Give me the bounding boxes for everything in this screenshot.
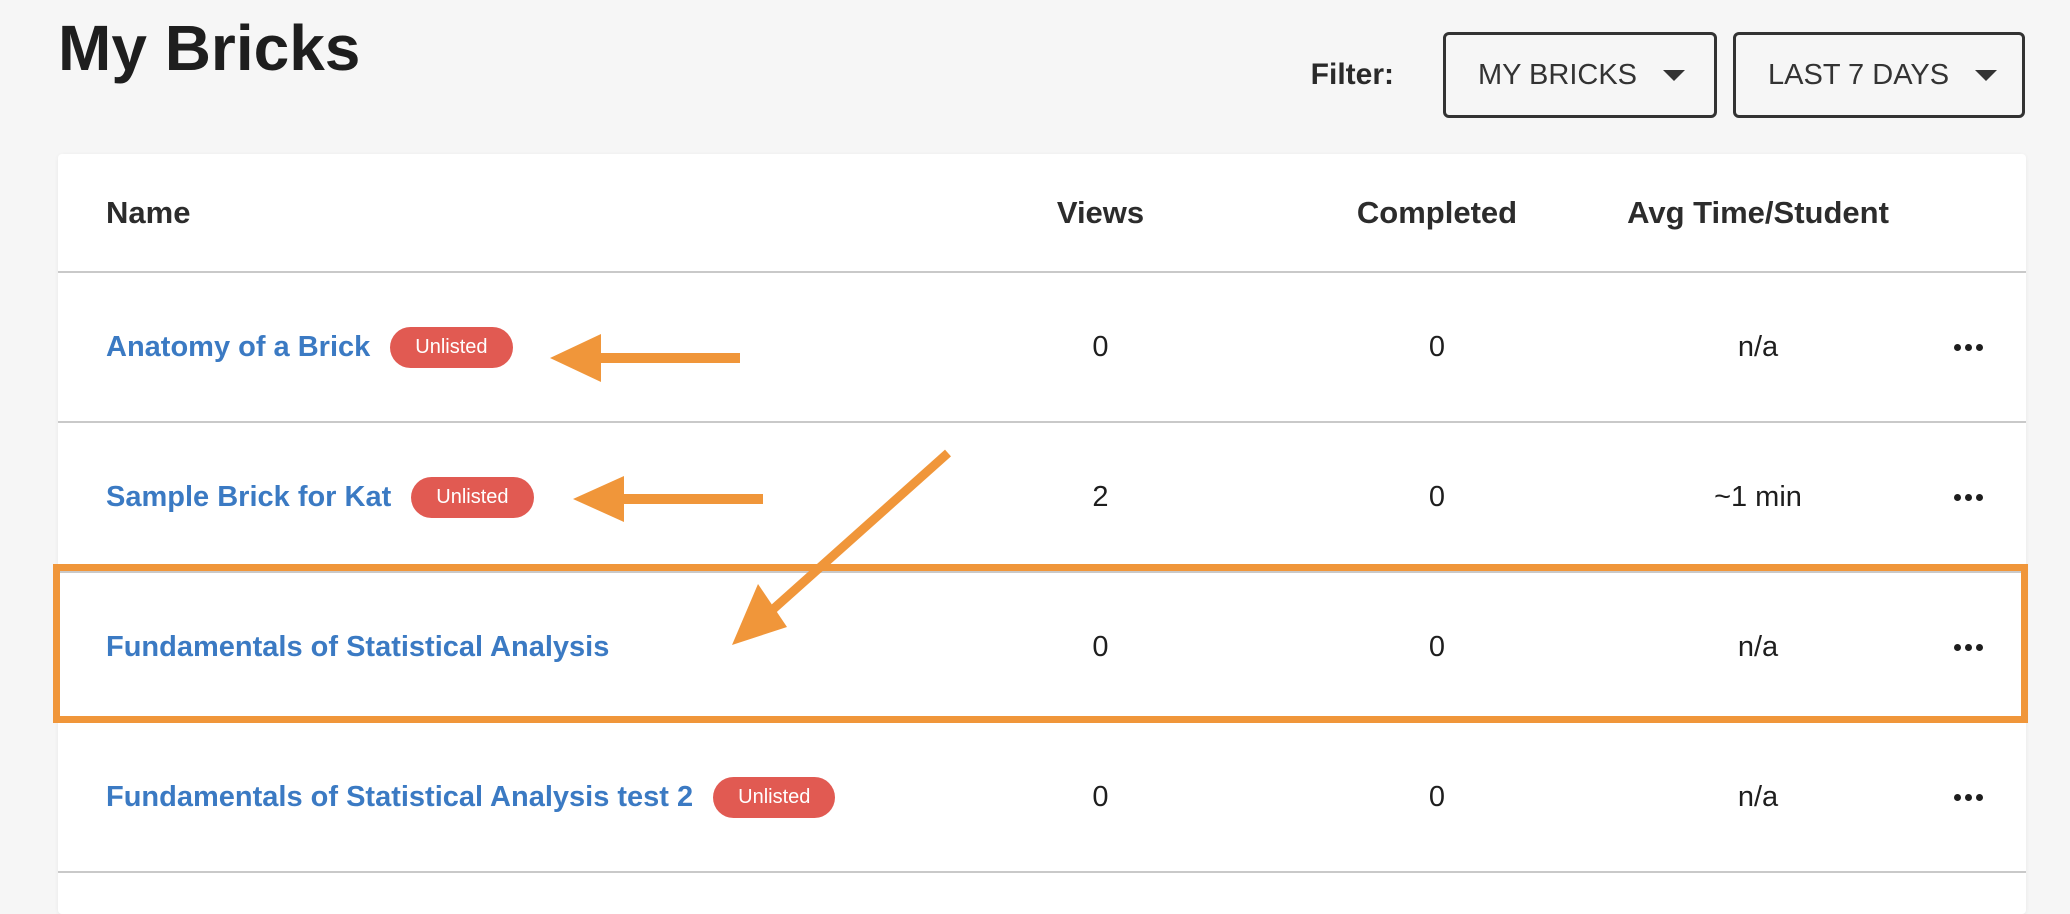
unlisted-badge: Unlisted xyxy=(390,326,513,368)
brick-title-link[interactable]: Fundamentals of Statistical Analysis tes… xyxy=(106,781,693,814)
more-options-icon[interactable] xyxy=(1953,643,1983,651)
column-header-views[interactable]: Views xyxy=(1008,154,1193,271)
bricks-table: Name Views Completed Avg Time/Student An… xyxy=(58,154,2026,914)
completed-count: 0 xyxy=(1428,630,1446,663)
brick-title-link[interactable]: Fundamentals of Statistical Analysis xyxy=(106,631,609,664)
views-count: 0 xyxy=(1092,330,1109,363)
filter-bar: Filter: MY BRICKS LAST 7 DAYS xyxy=(1311,32,2025,118)
completed-count: 0 xyxy=(1428,330,1446,363)
more-options-icon[interactable] xyxy=(1953,493,1983,501)
caret-down-icon xyxy=(1663,69,1686,81)
brick-title-link[interactable]: Sample Brick for Kat xyxy=(106,481,391,514)
caret-down-icon xyxy=(1975,69,1998,81)
more-options-icon[interactable] xyxy=(1953,343,1983,351)
table-row: Sample Brick for Kat Unlisted 2 0 ~1 min xyxy=(58,423,2026,573)
completed-count: 0 xyxy=(1428,780,1446,813)
page-title: My Bricks xyxy=(58,12,361,84)
time-range-value: LAST 7 DAYS xyxy=(1768,58,1950,91)
avg-time-value: n/a xyxy=(1737,780,1779,813)
views-count: 0 xyxy=(1092,630,1109,663)
brick-title-link[interactable]: Anatomy of a Brick xyxy=(106,331,370,364)
views-count: 2 xyxy=(1092,480,1109,513)
avg-time-value: n/a xyxy=(1737,330,1779,363)
completed-count: 0 xyxy=(1428,480,1446,513)
filter-label: Filter: xyxy=(1310,58,1394,91)
column-header-completed[interactable]: Completed xyxy=(1278,154,1596,271)
table-row: Anatomy of a Brick Unlisted 0 0 n/a xyxy=(58,273,2026,423)
time-range-dropdown[interactable]: LAST 7 DAYS xyxy=(1733,32,2025,118)
views-count: 0 xyxy=(1092,780,1109,813)
avg-time-value: n/a xyxy=(1737,630,1779,663)
unlisted-badge: Unlisted xyxy=(713,776,836,818)
unlisted-badge: Unlisted xyxy=(411,476,534,518)
avg-time-value: ~1 min xyxy=(1714,480,1802,513)
column-header-name[interactable]: Name xyxy=(106,154,190,271)
more-options-icon[interactable] xyxy=(1953,793,1983,801)
bricks-filter-value: MY BRICKS xyxy=(1478,58,1638,91)
table-row: Fundamentals of Statistical Analysis tes… xyxy=(58,723,2026,873)
bricks-filter-dropdown[interactable]: MY BRICKS xyxy=(1443,32,1717,118)
table-header: Name Views Completed Avg Time/Student xyxy=(58,154,2026,273)
table-row: Fundamentals of Statistical Analysis 0 0… xyxy=(58,573,2026,723)
column-header-avg-time[interactable]: Avg Time/Student xyxy=(1558,154,1958,271)
